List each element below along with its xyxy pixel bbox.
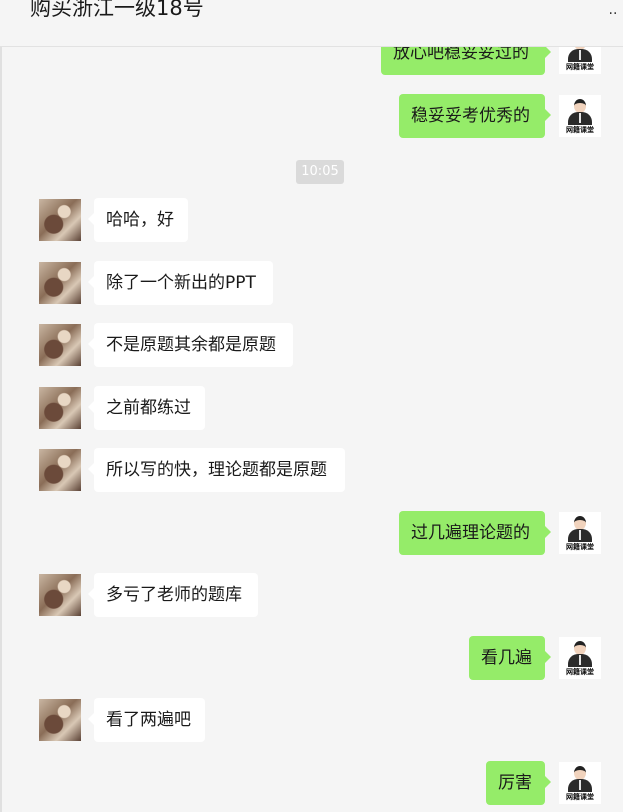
message-row: 所以写的快，理论题都是原题 [0,448,623,492]
message-bubble[interactable]: 除了一个新出的PPT [88,261,273,305]
message-row: 看几遍 网籍课堂 [0,636,623,680]
teacher-avatar[interactable]: 网籍课堂 [559,762,601,804]
message-row: 多亏了老师的题库 [0,573,623,617]
message-row: 哈哈，好 [0,198,623,242]
message-bubble[interactable]: 不是原题其余都是原题 [88,323,293,367]
message-row: 看了两遍吧 [0,698,623,742]
contact-avatar[interactable] [39,324,81,366]
message-bubble[interactable]: 看几遍 [469,636,551,680]
teacher-avatar[interactable]: 网籍课堂 [559,95,601,137]
message-bubble[interactable]: 厉害 [486,761,551,805]
message-row: 稳妥妥考优秀的 网籍课堂 [0,94,623,138]
contact-avatar[interactable] [39,387,81,429]
chat-title: 购买浙江一级18号 [30,0,204,20]
contact-avatar[interactable] [39,699,81,741]
contact-avatar[interactable] [39,449,81,491]
message-row: 厉害 网籍课堂 [0,761,623,805]
contact-avatar[interactable] [39,574,81,616]
avatar-brand-label: 网籍课堂 [566,126,594,134]
message-bubble[interactable]: 哈哈，好 [88,198,188,242]
more-options-icon[interactable]: ·· [605,6,621,22]
message-bubble[interactable]: 所以写的快，理论题都是原题 [88,448,345,492]
message-bubble[interactable]: 过几遍理论题的 [399,511,551,555]
avatar-brand-label: 网籍课堂 [566,63,594,71]
avatar-brand-label: 网籍课堂 [566,543,594,551]
contact-avatar[interactable] [39,199,81,241]
avatar-brand-label: 网籍课堂 [566,668,594,676]
message-bubble[interactable]: 稳妥妥考优秀的 [399,94,551,138]
message-row: 之前都练过 [0,386,623,430]
chat-header: 购买浙江一级18号 ·· [0,0,623,47]
timestamp: 10:05 [296,160,344,184]
message-row: 不是原题其余都是原题 [0,323,623,367]
teacher-avatar[interactable]: 网籍课堂 [559,637,601,679]
message-bubble[interactable]: 之前都练过 [88,386,205,430]
message-bubble[interactable]: 看了两遍吧 [88,698,205,742]
message-row: 除了一个新出的PPT [0,261,623,305]
avatar-brand-label: 网籍课堂 [566,793,594,801]
message-bubble[interactable]: 多亏了老师的题库 [88,573,258,617]
message-row: 过几遍理论题的 网籍课堂 [0,511,623,555]
contact-avatar[interactable] [39,262,81,304]
teacher-avatar[interactable]: 网籍课堂 [559,512,601,554]
